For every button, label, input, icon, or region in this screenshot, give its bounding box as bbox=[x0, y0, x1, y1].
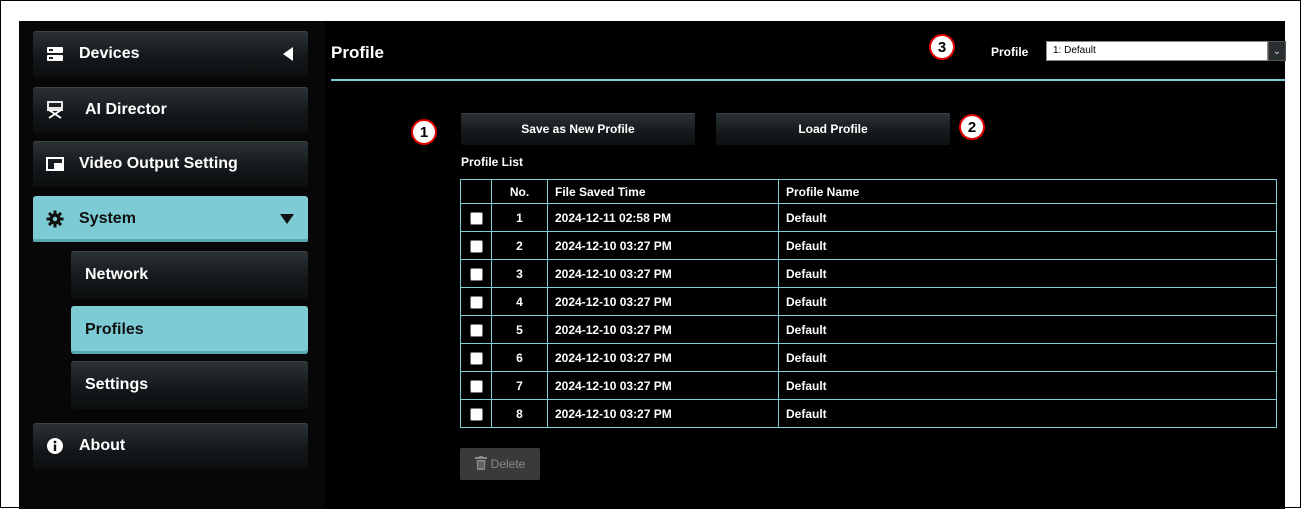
cell-name: Default bbox=[778, 399, 1277, 428]
sidebar-item-devices[interactable]: Devices bbox=[33, 31, 308, 79]
column-header-no: No. bbox=[491, 179, 548, 204]
profile-select-label: Profile bbox=[991, 45, 1029, 59]
sidebar-subitem-network[interactable]: Network bbox=[71, 251, 308, 299]
sidebar-item-label: About bbox=[79, 437, 126, 454]
cell-no: 8 bbox=[491, 399, 548, 428]
sidebar-item-video-output[interactable]: Video Output Setting bbox=[33, 141, 308, 189]
save-as-new-profile-button[interactable]: Save as New Profile bbox=[461, 113, 695, 145]
row-checkbox[interactable] bbox=[469, 295, 483, 309]
app-window: Devices AI Director Video Output Setting… bbox=[19, 21, 1286, 509]
gear-icon bbox=[45, 209, 65, 229]
caret-left-icon bbox=[282, 31, 294, 77]
row-checkbox-cell bbox=[460, 343, 492, 372]
row-checkbox[interactable] bbox=[469, 323, 483, 337]
cell-name: Default bbox=[778, 343, 1277, 372]
row-checkbox-cell bbox=[460, 259, 492, 288]
window-icon bbox=[45, 154, 65, 174]
cell-name: Default bbox=[778, 259, 1277, 288]
row-checkbox-cell bbox=[460, 315, 492, 344]
row-checkbox-cell bbox=[460, 371, 492, 400]
cell-name: Default bbox=[778, 287, 1277, 316]
cell-no: 1 bbox=[491, 203, 548, 232]
column-header-name: Profile Name bbox=[778, 179, 1277, 204]
sidebar: Devices AI Director Video Output Setting… bbox=[19, 21, 325, 509]
table-row: 1 2024-12-11 02:58 PM Default bbox=[460, 203, 1277, 232]
row-checkbox-cell bbox=[460, 231, 492, 260]
cell-no: 7 bbox=[491, 371, 548, 400]
cell-no: 6 bbox=[491, 343, 548, 372]
delete-button-label: Delete bbox=[490, 457, 526, 471]
cell-no: 4 bbox=[491, 287, 548, 316]
row-checkbox[interactable] bbox=[469, 351, 483, 365]
caret-down-icon bbox=[280, 196, 294, 242]
profile-table: No. File Saved Time Profile Name 1 2024-… bbox=[460, 179, 1277, 428]
cell-time: 2024-12-10 03:27 PM bbox=[547, 371, 779, 400]
cell-time: 2024-12-10 03:27 PM bbox=[547, 315, 779, 344]
page-title: Profile bbox=[331, 43, 384, 62]
callout-1: 1 bbox=[411, 119, 437, 145]
sidebar-item-label: System bbox=[79, 210, 136, 227]
table-row: 3 2024-12-10 03:27 PM Default bbox=[460, 259, 1277, 288]
cell-name: Default bbox=[778, 371, 1277, 400]
header-checkbox-column bbox=[460, 179, 492, 204]
row-checkbox[interactable] bbox=[469, 407, 483, 421]
profile-list-caption: Profile List bbox=[461, 155, 524, 169]
cell-time: 2024-12-10 03:27 PM bbox=[547, 399, 779, 428]
sidebar-subitem-label: Network bbox=[85, 266, 149, 283]
cell-time: 2024-12-10 03:27 PM bbox=[547, 259, 779, 288]
row-checkbox[interactable] bbox=[469, 211, 483, 225]
table-row: 6 2024-12-10 03:27 PM Default bbox=[460, 343, 1277, 372]
table-row: 7 2024-12-10 03:27 PM Default bbox=[460, 371, 1277, 400]
sidebar-subitem-label: Profiles bbox=[85, 321, 144, 338]
callout-2: 2 bbox=[959, 114, 985, 140]
table-row: 8 2024-12-10 03:27 PM Default bbox=[460, 399, 1277, 428]
cell-name: Default bbox=[778, 203, 1277, 232]
cell-no: 2 bbox=[491, 231, 548, 260]
table-header-row: No. File Saved Time Profile Name bbox=[460, 179, 1277, 204]
cell-time: 2024-12-10 03:27 PM bbox=[547, 287, 779, 316]
cell-no: 5 bbox=[491, 315, 548, 344]
info-icon bbox=[45, 436, 65, 456]
cell-name: Default bbox=[778, 315, 1277, 344]
sidebar-item-label: Devices bbox=[79, 45, 140, 62]
chevron-down-icon[interactable]: ⌄ bbox=[1268, 41, 1286, 61]
sidebar-item-system[interactable]: System bbox=[33, 196, 308, 244]
title-divider bbox=[331, 79, 1285, 81]
sidebar-item-label: AI Director bbox=[85, 101, 167, 118]
table-row: 5 2024-12-10 03:27 PM Default bbox=[460, 315, 1277, 344]
row-checkbox-cell bbox=[460, 399, 492, 428]
sidebar-subitem-label: Settings bbox=[85, 376, 149, 393]
load-profile-button[interactable]: Load Profile bbox=[716, 113, 950, 145]
cell-time: 2024-12-10 03:27 PM bbox=[547, 231, 779, 260]
cell-time: 2024-12-11 02:58 PM bbox=[547, 203, 779, 232]
row-checkbox[interactable] bbox=[469, 267, 483, 281]
row-checkbox-cell bbox=[460, 287, 492, 316]
sidebar-subitem-profiles[interactable]: Profiles bbox=[71, 306, 308, 354]
sidebar-item-label: Video Output Setting bbox=[79, 155, 238, 172]
sidebar-item-about[interactable]: About bbox=[33, 423, 308, 471]
row-checkbox-cell bbox=[460, 203, 492, 232]
profile-select[interactable]: 1: Default bbox=[1046, 41, 1268, 61]
delete-button[interactable]: Delete bbox=[460, 448, 540, 480]
cell-no: 3 bbox=[491, 259, 548, 288]
callout-3: 3 bbox=[929, 34, 955, 60]
trash-icon bbox=[474, 455, 487, 473]
row-checkbox[interactable] bbox=[469, 239, 483, 253]
column-header-time: File Saved Time bbox=[547, 179, 779, 204]
cell-time: 2024-12-10 03:27 PM bbox=[547, 343, 779, 372]
screenshot-frame: Devices AI Director Video Output Setting… bbox=[0, 0, 1301, 509]
table-row: 4 2024-12-10 03:27 PM Default bbox=[460, 287, 1277, 316]
main-panel: Profile 3 Profile 1: Default ⌄ 1 Save as… bbox=[331, 21, 1286, 509]
row-checkbox[interactable] bbox=[469, 379, 483, 393]
table-row: 2 2024-12-10 03:27 PM Default bbox=[460, 231, 1277, 260]
director-chair-icon bbox=[45, 100, 65, 120]
sidebar-item-ai-director[interactable]: AI Director bbox=[33, 87, 308, 135]
server-icon bbox=[45, 44, 65, 64]
cell-name: Default bbox=[778, 231, 1277, 260]
sidebar-subitem-settings[interactable]: Settings bbox=[71, 361, 308, 409]
